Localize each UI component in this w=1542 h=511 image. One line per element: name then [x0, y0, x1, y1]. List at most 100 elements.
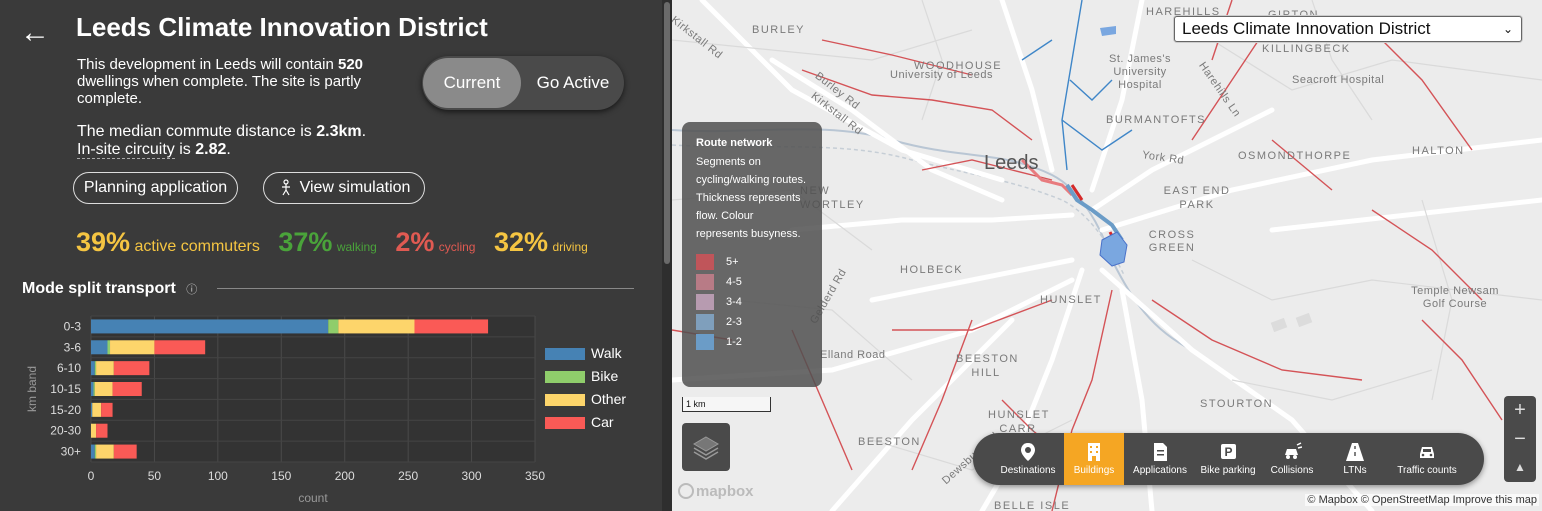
stat-value: 39% [76, 227, 131, 257]
view-simulation-button[interactable]: View simulation [263, 172, 425, 204]
legend-swatch-other [545, 394, 585, 406]
bar-segment-car [96, 423, 108, 438]
bar-segment-car [112, 382, 142, 396]
place-label: Elland Road [820, 349, 886, 361]
go-active-toggle-option[interactable]: Go Active [525, 58, 621, 108]
layers-button[interactable] [682, 423, 730, 471]
toolbar-destinations[interactable]: Destinations [997, 433, 1059, 485]
legend-row: 4-5 [696, 272, 808, 292]
parking-icon: P [1220, 444, 1236, 459]
bar-segment-bike [107, 340, 111, 355]
y-tick-label: 3-6 [64, 340, 82, 354]
bar-segment-other [110, 340, 155, 355]
stat-walking: 37% walking [278, 227, 377, 258]
current-toggle-option[interactable]: Current [423, 58, 521, 108]
place-label: Temple Newsam Golf Course [1411, 285, 1499, 310]
circuity-text: is [174, 141, 196, 158]
section-title: Mode split transport ⓘ [22, 280, 197, 298]
bar-segment-other [91, 423, 97, 438]
commute-text: The median commute distance is [77, 123, 317, 140]
bar-segment-other [338, 319, 415, 334]
scenario-toggle[interactable]: Current Go Active [422, 56, 624, 110]
toolbar-applications[interactable]: Applications [1128, 433, 1192, 485]
bar-segment-car [154, 340, 206, 355]
desc-text: This development in Leeds will contain [77, 56, 338, 73]
dwelling-count: 520 [337, 56, 364, 73]
x-tick-label: 250 [398, 469, 418, 483]
scrollbar-thumb[interactable] [664, 2, 670, 264]
compass-button[interactable]: ▲ [1504, 453, 1536, 481]
panel-scrollbar[interactable] [662, 0, 672, 511]
planning-application-button[interactable]: Planning application [73, 172, 238, 204]
toolbar-collisions[interactable]: Collisions [1261, 433, 1323, 485]
toolbar-bike-parking[interactable]: P Bike parking [1195, 433, 1261, 485]
site-selector[interactable]: Leeds Climate Innovation District ⌄ [1174, 16, 1522, 42]
car-crash-icon [1284, 442, 1302, 459]
info-icon[interactable]: ⓘ [186, 284, 197, 296]
map-view[interactable]: Leeds HAREHILLS GIPTON BURLEY WOODHOUSE … [672, 0, 1542, 511]
place-label: BURLEY [752, 24, 806, 36]
toolbar-label: LTNs [1343, 465, 1367, 476]
stat-label: driving [552, 240, 588, 254]
mapbox-icon [678, 483, 694, 499]
bar-segment-walk [91, 319, 329, 334]
legend-swatch [696, 274, 714, 290]
car-icon [1419, 447, 1434, 458]
bar-segment-other [94, 382, 113, 396]
legend-swatch-walk [545, 348, 585, 360]
bar-segment-bike [94, 361, 97, 376]
legend-swatch [696, 334, 714, 350]
x-axis-label: count [298, 491, 328, 505]
toolbar-traffic-counts[interactable]: Traffic counts [1394, 433, 1460, 485]
y-tick-label: 0-3 [64, 319, 82, 333]
place-label: HOLBECK [900, 264, 964, 276]
legend-label-other: Other [591, 391, 626, 407]
toolbar-label: Destinations [1000, 465, 1056, 476]
place-label: KILLINGBECK [1262, 43, 1351, 55]
circuity-tooltip-label[interactable]: In-site circuity [77, 141, 175, 159]
bar-segment-bike [94, 444, 97, 459]
bar-segment-car [113, 361, 150, 376]
stat-label: walking [336, 240, 377, 254]
legend-swatch [696, 254, 714, 270]
place-label: HUNSLET [1040, 294, 1102, 306]
legend-row: 1-2 [696, 332, 808, 352]
place-label: HALTON [1412, 145, 1465, 157]
zoom-in-button[interactable]: + [1504, 396, 1536, 424]
back-arrow-icon[interactable]: ← [20, 18, 50, 48]
y-tick-label: 20-30 [50, 424, 81, 438]
view-simulation-label: View simulation [299, 179, 411, 196]
bar-segment-car [414, 319, 489, 334]
x-tick-label: 0 [88, 469, 95, 483]
map-attribution[interactable]: © Mapbox © OpenStreetMap Improve this ma… [1305, 494, 1539, 506]
legend-row: 2-3 [696, 312, 808, 332]
section-divider [217, 288, 634, 289]
zoom-out-button[interactable]: − [1504, 425, 1536, 453]
legend-rows: 5+ 4-5 3-4 2-3 1-2 [696, 252, 808, 352]
toolbar-buildings[interactable]: Buildings [1064, 433, 1124, 485]
legend-label-bike: Bike [591, 368, 618, 384]
toolbar-ltns[interactable]: LTNs [1329, 433, 1381, 485]
stat-label: cycling [438, 240, 476, 254]
stat-active: 39% active commuters [76, 227, 260, 258]
y-tick-label: 15-20 [50, 403, 81, 417]
place-label: BEESTON [858, 436, 921, 448]
legend-description: Segments on cycling/walking routes. Thic… [696, 156, 807, 240]
x-tick-label: 150 [271, 469, 291, 483]
bar-segment-other [96, 444, 114, 459]
bar-segment-walk [91, 340, 108, 355]
y-tick-label: 30+ [61, 445, 81, 459]
road-icon [1345, 443, 1364, 461]
mapbox-logo[interactable]: mapbox [678, 483, 754, 500]
commute-summary: The median commute distance is 2.3km. In… [77, 123, 417, 159]
bar-segment-walk [91, 444, 95, 459]
mode-split-chart: 0 50 100 150 200 250 300 350 0-3 3-6 6-10 10-15 15-2… [25, 315, 626, 505]
page-title: Leeds Climate Innovation District [76, 12, 488, 42]
planning-application-label: Planning application [83, 179, 228, 196]
legend-swatch-bike [545, 371, 585, 383]
place-label: BEESTON HILL [956, 353, 1019, 379]
bar-segment-walk [91, 382, 94, 396]
legend-label: 4-5 [726, 276, 742, 288]
place-label: OSMONDTHORPE [1238, 150, 1352, 162]
bar-segment-other [96, 361, 114, 376]
